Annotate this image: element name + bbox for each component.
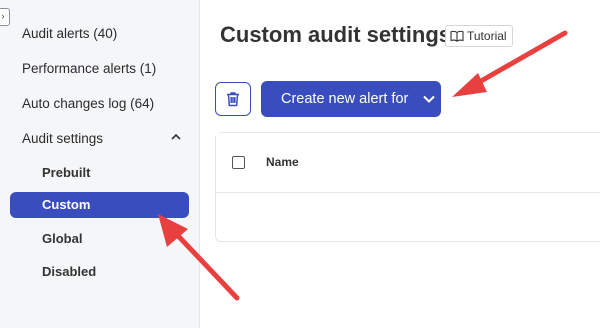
alerts-table: Name: [215, 132, 600, 242]
page-title: Custom audit settings: [220, 22, 452, 47]
sidebar-item-performance-alerts[interactable]: Performance alerts (1): [22, 61, 156, 76]
tutorial-label: Tutorial: [467, 29, 507, 43]
trash-icon: [227, 92, 239, 107]
sidebar-subitem-prebuilt[interactable]: Prebuilt: [42, 165, 90, 180]
sidebar-item-auto-changes-log[interactable]: Auto changes log (64): [22, 96, 154, 111]
select-all-checkbox[interactable]: [232, 156, 245, 169]
sidebar-subitem-custom[interactable]: Custom: [10, 192, 189, 218]
chevron-down-icon: [423, 95, 436, 103]
column-header-name[interactable]: Name: [266, 155, 299, 169]
sidebar-item-audit-settings[interactable]: Audit settings: [22, 131, 103, 146]
table-header: Name: [216, 133, 600, 193]
book-icon: [450, 30, 464, 42]
chevron-up-icon[interactable]: [170, 131, 182, 143]
tutorial-button[interactable]: Tutorial: [445, 25, 513, 47]
sidebar-subitem-disabled[interactable]: Disabled: [42, 264, 96, 279]
sidebar: › Audit alerts (40) Performance alerts (…: [0, 0, 200, 328]
create-new-alert-button[interactable]: Create new alert for: [261, 81, 441, 117]
sidebar-item-audit-alerts[interactable]: Audit alerts (40): [22, 26, 117, 41]
sidebar-subitem-global[interactable]: Global: [42, 231, 82, 246]
chevron-right-icon[interactable]: ›: [0, 8, 10, 26]
delete-button[interactable]: [215, 82, 251, 116]
main-content: Custom audit settings Tutorial Create ne…: [200, 0, 600, 328]
create-new-alert-label: Create new alert for: [281, 91, 409, 107]
